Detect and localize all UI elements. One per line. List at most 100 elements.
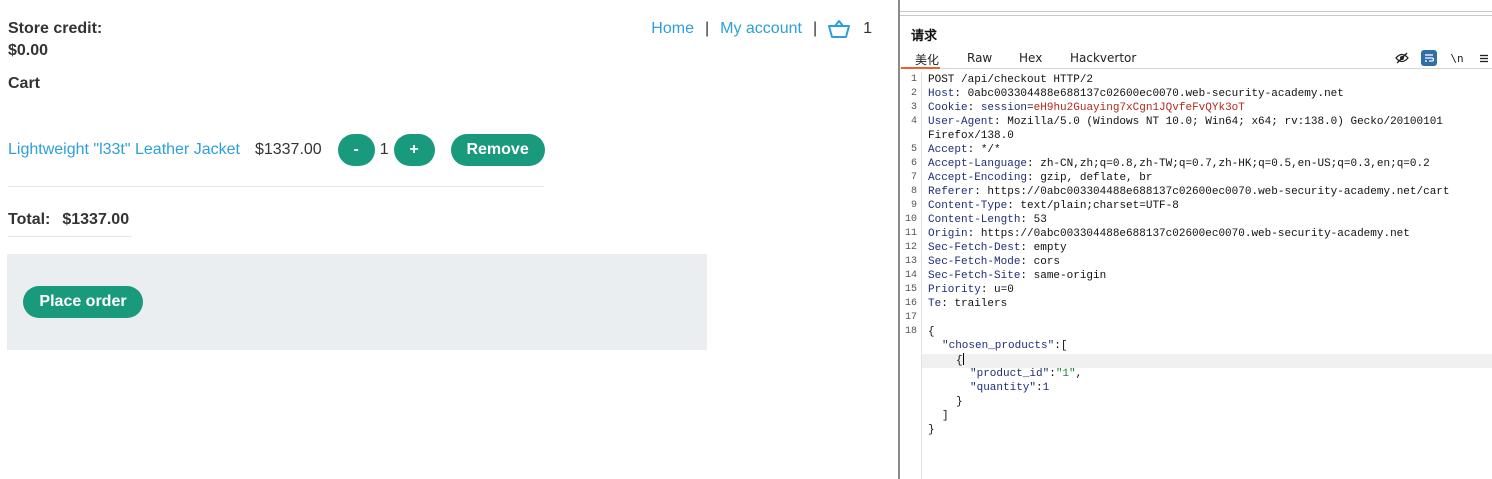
panel-drag-bar[interactable]	[900, 0, 1492, 16]
store-credit-value: $0.00	[8, 42, 49, 59]
top-nav: Home | My account | 1	[651, 19, 872, 39]
header-value: trailers	[954, 298, 1008, 310]
header-value: same-origin	[1033, 270, 1107, 282]
header-name: Content-Type	[928, 200, 1008, 212]
json-open-brace: {	[928, 326, 935, 338]
menu-icon[interactable]	[1476, 50, 1492, 66]
total-label: Total:	[8, 211, 51, 228]
request-panel: 请求 美化 Raw Hex Hackvertor \n 1 2 3 4 5 6 …	[898, 0, 1492, 479]
header-name: User-Agent	[928, 116, 995, 128]
cookie-value: eH9hu2Guaying7xCgn1JQvfeFvQYk3oT	[1033, 102, 1245, 114]
total-divider	[8, 236, 132, 237]
line-number: 4	[910, 116, 917, 127]
current-line-highlight	[922, 354, 1492, 368]
header-line: Te: trailers	[928, 298, 1008, 310]
header-name: Accept	[928, 144, 968, 156]
json-key: "quantity"	[970, 382, 1037, 394]
cart-heading: Cart	[8, 75, 41, 92]
json-line: "chosen_products":[	[942, 339, 1067, 353]
json-item-open: {	[956, 355, 963, 367]
home-link[interactable]: Home	[651, 20, 694, 38]
line-number: 8	[910, 186, 917, 197]
line-number: 6	[910, 158, 917, 169]
header-line: Priority: u=0	[928, 284, 1014, 296]
quantity-value: 1	[379, 141, 389, 158]
json-line: "product_id":"1",	[970, 368, 1083, 380]
header-value: https://0abc003304488e688137c02600ec0070…	[987, 186, 1450, 198]
nav-separator: |	[704, 20, 710, 37]
header-name: Sec-Fetch-Dest	[928, 242, 1021, 254]
header-name: Origin	[928, 228, 968, 240]
header-line: Content-Type: text/plain;charset=UTF-8	[928, 200, 1179, 212]
line-number: 15	[904, 284, 917, 295]
word-wrap-icon[interactable]	[1421, 50, 1437, 66]
line-number: 7	[910, 172, 917, 183]
header-name: Accept-Language	[928, 158, 1028, 170]
product-price: $1337.00	[254, 141, 322, 158]
cart-item-row: Lightweight "l33t" Leather Jacket $1337.…	[8, 134, 545, 166]
header-name: Cookie	[928, 102, 968, 114]
shop-page: Store credit: $0.00 Cart Home | My accou…	[0, 0, 898, 479]
header-name: Priority	[928, 284, 981, 296]
remove-button[interactable]: Remove	[450, 134, 545, 166]
header-line: Host: 0abc003304488e688137c02600ec0070.w…	[928, 88, 1344, 100]
panel-title: 请求	[911, 29, 938, 44]
tab-hex[interactable]: Hex	[1019, 51, 1042, 65]
store-credit-label: Store credit:	[8, 20, 103, 37]
tab-hackvertor[interactable]: Hackvertor	[1070, 51, 1136, 65]
header-value: zh-CN,zh;q=0.8,zh-TW;q=0.7,zh-HK;q=0.5,e…	[1040, 158, 1430, 170]
json-value: 1	[1042, 382, 1050, 394]
tab-pretty[interactable]: 美化	[915, 51, 939, 68]
line-number-gutter: 1 2 3 4 5 6 7 8 9 10 11 12 13 14 15 16 1…	[900, 72, 922, 479]
active-tab-indicator	[901, 67, 940, 69]
header-line: Referer: https://0abc003304488e688137c02…	[928, 186, 1450, 198]
header-name: Referer	[928, 186, 975, 198]
json-punct: :[	[1054, 340, 1068, 352]
request-editor[interactable]: 1 2 3 4 5 6 7 8 9 10 11 12 13 14 15 16 1…	[900, 72, 1492, 479]
header-name: Sec-Fetch-Site	[928, 270, 1021, 282]
json-close-bracket: ]	[942, 410, 949, 422]
header-value: */*	[980, 144, 1001, 156]
header-value: u=0	[994, 284, 1014, 296]
header-name: Sec-Fetch-Mode	[928, 256, 1021, 268]
line-number: 12	[904, 242, 917, 253]
line-number: 14	[904, 270, 917, 281]
cookie-key: session	[980, 102, 1028, 114]
hide-eye-icon[interactable]	[1394, 50, 1410, 66]
header-continuation: Firefox/138.0	[928, 130, 1014, 142]
text-caret	[962, 353, 964, 365]
line-number: 5	[910, 144, 917, 155]
header-line: Sec-Fetch-Site: same-origin	[928, 270, 1107, 282]
my-account-link[interactable]: My account	[720, 20, 802, 38]
place-order-button[interactable]: Place order	[23, 286, 143, 318]
product-link[interactable]: Lightweight "l33t" Leather Jacket	[8, 141, 240, 159]
json-line: {	[956, 353, 964, 368]
cart-divider	[8, 186, 544, 187]
place-order-panel: Place order	[7, 254, 707, 350]
newline-toggle-icon[interactable]: \n	[1449, 50, 1465, 66]
tab-raw[interactable]: Raw	[967, 51, 992, 65]
line-number: 9	[910, 200, 917, 211]
line-number: 10	[904, 214, 917, 225]
header-value: empty	[1033, 242, 1067, 254]
nav-separator: |	[812, 20, 818, 37]
json-value: "1"	[1055, 368, 1076, 380]
header-value: https://0abc003304488e688137c02600ec0070…	[980, 228, 1410, 240]
request-line: POST /api/checkout HTTP/2	[928, 74, 1094, 86]
json-item-close: }	[956, 396, 963, 408]
increase-quantity-button[interactable]: +	[393, 134, 435, 166]
line-number: 3	[910, 102, 917, 113]
decrease-quantity-button[interactable]: -	[337, 134, 375, 166]
header-value: text/plain;charset=UTF-8	[1020, 200, 1179, 212]
header-line: Content-Length: 53	[928, 214, 1047, 226]
header-line: Cookie: session=eH9hu2Guaying7xCgn1JQvfe…	[928, 102, 1245, 114]
line-number: 16	[904, 298, 917, 309]
basket-icon[interactable]	[828, 19, 851, 39]
line-number: 17	[904, 312, 917, 323]
header-line: Accept-Encoding: gzip, deflate, br	[928, 172, 1153, 184]
header-line: Origin: https://0abc003304488e688137c026…	[928, 228, 1410, 240]
header-line: Accept-Language: zh-CN,zh;q=0.8,zh-TW;q=…	[928, 158, 1430, 170]
header-name: Host	[928, 88, 955, 100]
header-line: User-Agent: Mozilla/5.0 (Windows NT 10.0…	[928, 116, 1443, 128]
header-line: Sec-Fetch-Dest: empty	[928, 242, 1067, 254]
